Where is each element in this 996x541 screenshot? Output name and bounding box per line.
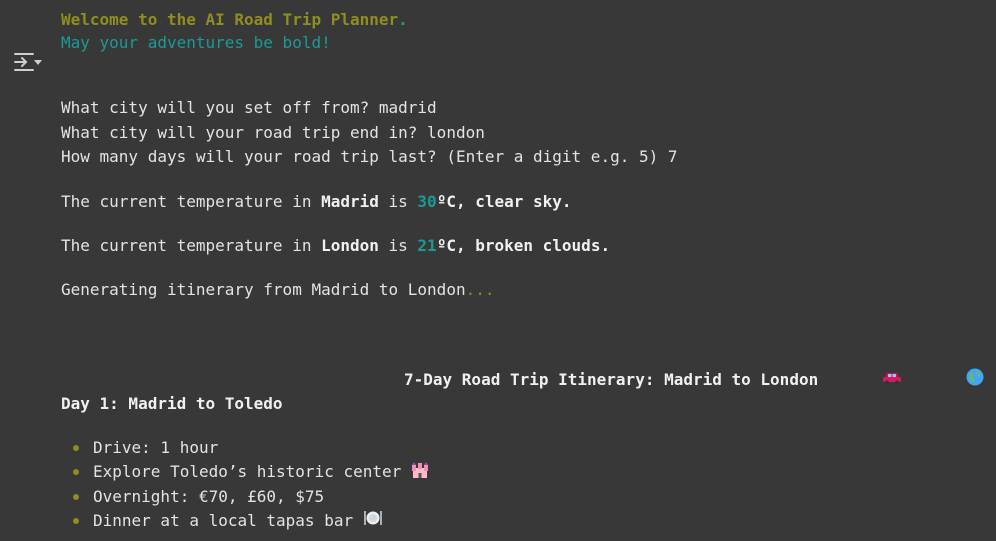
prompt-answer[interactable]: london	[427, 123, 485, 142]
weather-madrid: The current temperature in Madrid is 30º…	[61, 192, 572, 211]
prompt-question: How many days will your road trip last? …	[61, 147, 668, 166]
weather-city: London	[321, 236, 379, 255]
itinerary-title: 7-Day Road Trip Itinerary: Madrid to Lon…	[404, 349, 984, 409]
cell-output: Welcome to the AI Road Trip Planner. May…	[61, 8, 984, 530]
weather-london: The current temperature in London is 21º…	[61, 236, 610, 255]
generating-dots: ...	[465, 280, 495, 299]
prompt-question: What city will your road trip end in?	[61, 122, 428, 142]
list-item-text: Drive: 1 hour	[93, 438, 219, 457]
generating-status: Generating itinerary from Madrid to Lond…	[61, 280, 494, 299]
weather-mid: is	[378, 192, 418, 211]
prompt-start-city: What city will you set off from? madrid	[61, 96, 678, 121]
day1-heading: Day 1: Madrid to Toledo	[61, 394, 283, 413]
prompt-block: What city will you set off from? madrid …	[61, 96, 678, 170]
list-item: Drive: 1 hour	[73, 436, 429, 460]
list-item-text: Dinner at a local tapas bar	[93, 510, 363, 530]
welcome-line: Welcome to the AI Road Trip Planner.	[61, 8, 981, 31]
generating-text: Generating itinerary from Madrid to Lond…	[61, 280, 466, 299]
weather-mid: is	[378, 236, 418, 255]
weather-prefix: The current temperature in	[61, 192, 322, 211]
weather-suffix: ºC, broken clouds.	[436, 236, 611, 255]
welcome-subtitle: May your adventures be bold!	[61, 33, 331, 52]
welcome-period: .	[398, 10, 408, 29]
list-item: Explore Toledo’s historic center	[73, 460, 429, 485]
globe-icon	[908, 349, 984, 409]
prompt-end-city: What city will your road trip end in? lo…	[61, 121, 678, 146]
weather-prefix: The current temperature in	[61, 236, 322, 255]
prompt-answer[interactable]: 7	[668, 147, 678, 166]
weather-temp: 21	[417, 236, 437, 255]
itinerary-title-text: 7-Day Road Trip Itinerary: Madrid to Lon…	[404, 369, 819, 389]
list-item-text: Overnight: €70, £60, $75	[93, 486, 325, 506]
weather-temp: 30	[417, 192, 437, 211]
prompt-days: How many days will your road trip last? …	[61, 145, 678, 170]
prompt-answer[interactable]: madrid	[379, 98, 437, 117]
welcome-title: Welcome to the AI Road Trip Planner	[61, 10, 399, 29]
list-item: Overnight: €70, £60, $75	[73, 485, 429, 509]
day1-list: Drive: 1 hour Explore Toledo’s historic …	[73, 436, 429, 533]
list-item: Dinner at a local tapas bar	[73, 509, 429, 534]
car-icon	[824, 350, 902, 408]
plate-icon	[363, 509, 383, 533]
weather-suffix: ºC, clear sky.	[436, 192, 572, 211]
output-collapse-icon[interactable]	[13, 49, 43, 75]
list-item-text: Explore Toledo’s historic center	[93, 462, 411, 481]
weather-city: Madrid	[321, 192, 379, 211]
prompt-question: What city will you set off from?	[61, 98, 379, 117]
castle-icon	[411, 461, 429, 485]
